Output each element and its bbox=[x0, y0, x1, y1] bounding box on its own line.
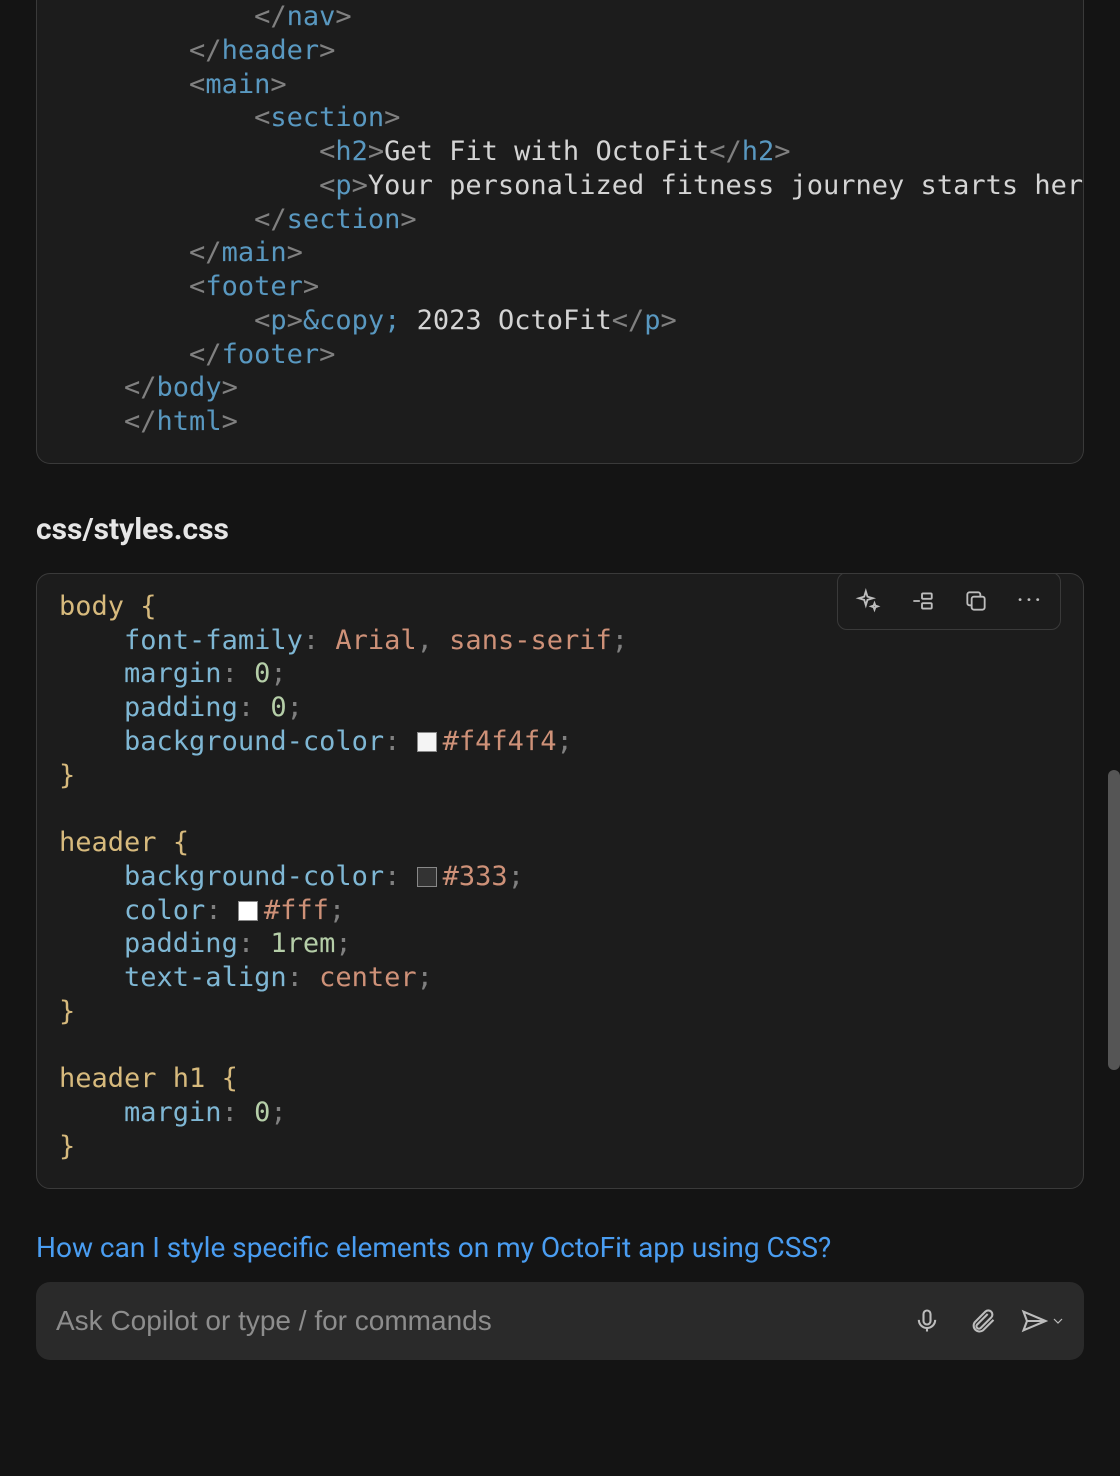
color-swatch bbox=[417, 867, 437, 887]
code-css-pre: body { font-family: Arial, sans-serif; m… bbox=[37, 574, 1083, 1188]
chat-input-container bbox=[36, 1282, 1084, 1360]
code-toolbar: ··· bbox=[837, 573, 1061, 630]
code-block-html: </nav> </header> <main> <section> <h2>Ge… bbox=[36, 0, 1084, 464]
color-swatch bbox=[417, 732, 437, 752]
send-button[interactable] bbox=[1014, 1307, 1072, 1335]
insert-at-cursor-icon[interactable] bbox=[900, 579, 944, 623]
more-icon[interactable]: ··· bbox=[1008, 579, 1052, 623]
file-heading-css: css/styles.css bbox=[36, 512, 1084, 547]
code-html-pre: </nav> </header> <main> <section> <h2>Ge… bbox=[37, 0, 1083, 463]
color-swatch bbox=[238, 901, 258, 921]
suggestion-link[interactable]: How can I style specific elements on my … bbox=[36, 1231, 1084, 1264]
attachment-icon[interactable] bbox=[958, 1296, 1008, 1346]
chat-input-icons bbox=[902, 1296, 1072, 1346]
copy-icon[interactable] bbox=[954, 579, 998, 623]
mic-icon[interactable] bbox=[902, 1296, 952, 1346]
sparkle-icon[interactable] bbox=[846, 579, 890, 623]
scrollbar-thumb[interactable] bbox=[1108, 770, 1120, 1070]
code-block-css: ··· body { font-family: Arial, sans-seri… bbox=[36, 573, 1084, 1189]
chat-input[interactable] bbox=[50, 1305, 902, 1337]
